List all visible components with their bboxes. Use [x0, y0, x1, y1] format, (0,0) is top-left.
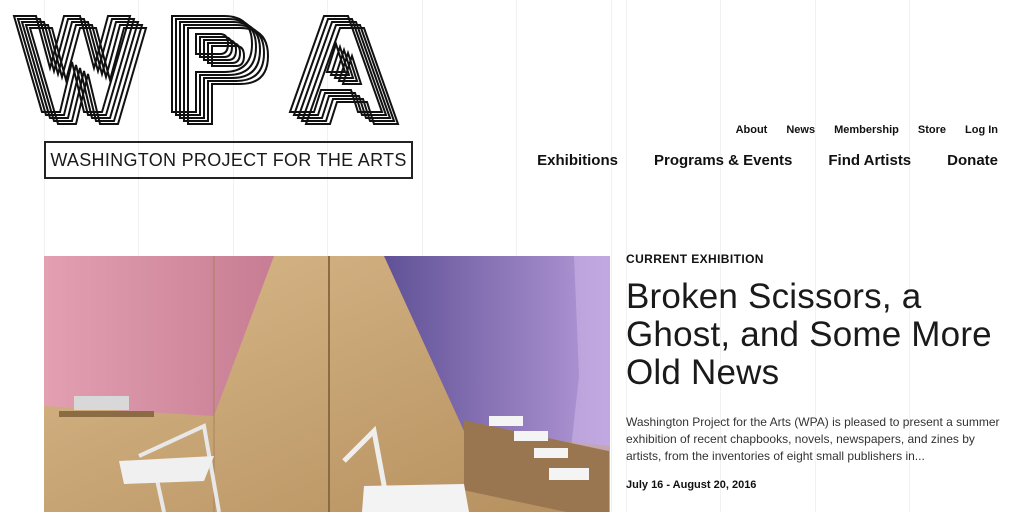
- nav-donate-link[interactable]: Donate: [947, 152, 998, 169]
- feature-description: Washington Project for the Arts (WPA) is…: [626, 415, 1000, 463]
- exhibition-photo-illustration: [44, 256, 610, 512]
- nav-exhibitions-link[interactable]: Exhibitions: [537, 152, 618, 169]
- feature-title-link[interactable]: Broken Scissors, a Ghost, and Some More …: [626, 278, 1002, 392]
- utility-nav: About News Membership Store Log In: [736, 124, 998, 136]
- site-tagline[interactable]: WASHINGTON PROJECT FOR THE ARTS: [44, 141, 413, 179]
- nav-find-artists-link[interactable]: Find Artists: [828, 152, 911, 169]
- current-exhibition-feature: CURRENT EXHIBITION Broken Scissors, a Gh…: [626, 252, 1002, 491]
- exhibition-photo[interactable]: [44, 256, 610, 512]
- main-nav: Exhibitions Programs & Events Find Artis…: [537, 152, 998, 169]
- nav-news-link[interactable]: News: [786, 124, 815, 136]
- nav-about-link[interactable]: About: [736, 124, 768, 136]
- nav-login-link[interactable]: Log In: [965, 124, 998, 136]
- nav-programs-events-link[interactable]: Programs & Events: [654, 152, 792, 169]
- feature-dates: July 16 - August 20, 2016: [626, 479, 757, 491]
- wpa-logo[interactable]: [12, 14, 402, 130]
- feature-eyebrow: CURRENT EXHIBITION: [626, 252, 764, 266]
- nav-membership-link[interactable]: Membership: [834, 124, 899, 136]
- nav-store-link[interactable]: Store: [918, 124, 946, 136]
